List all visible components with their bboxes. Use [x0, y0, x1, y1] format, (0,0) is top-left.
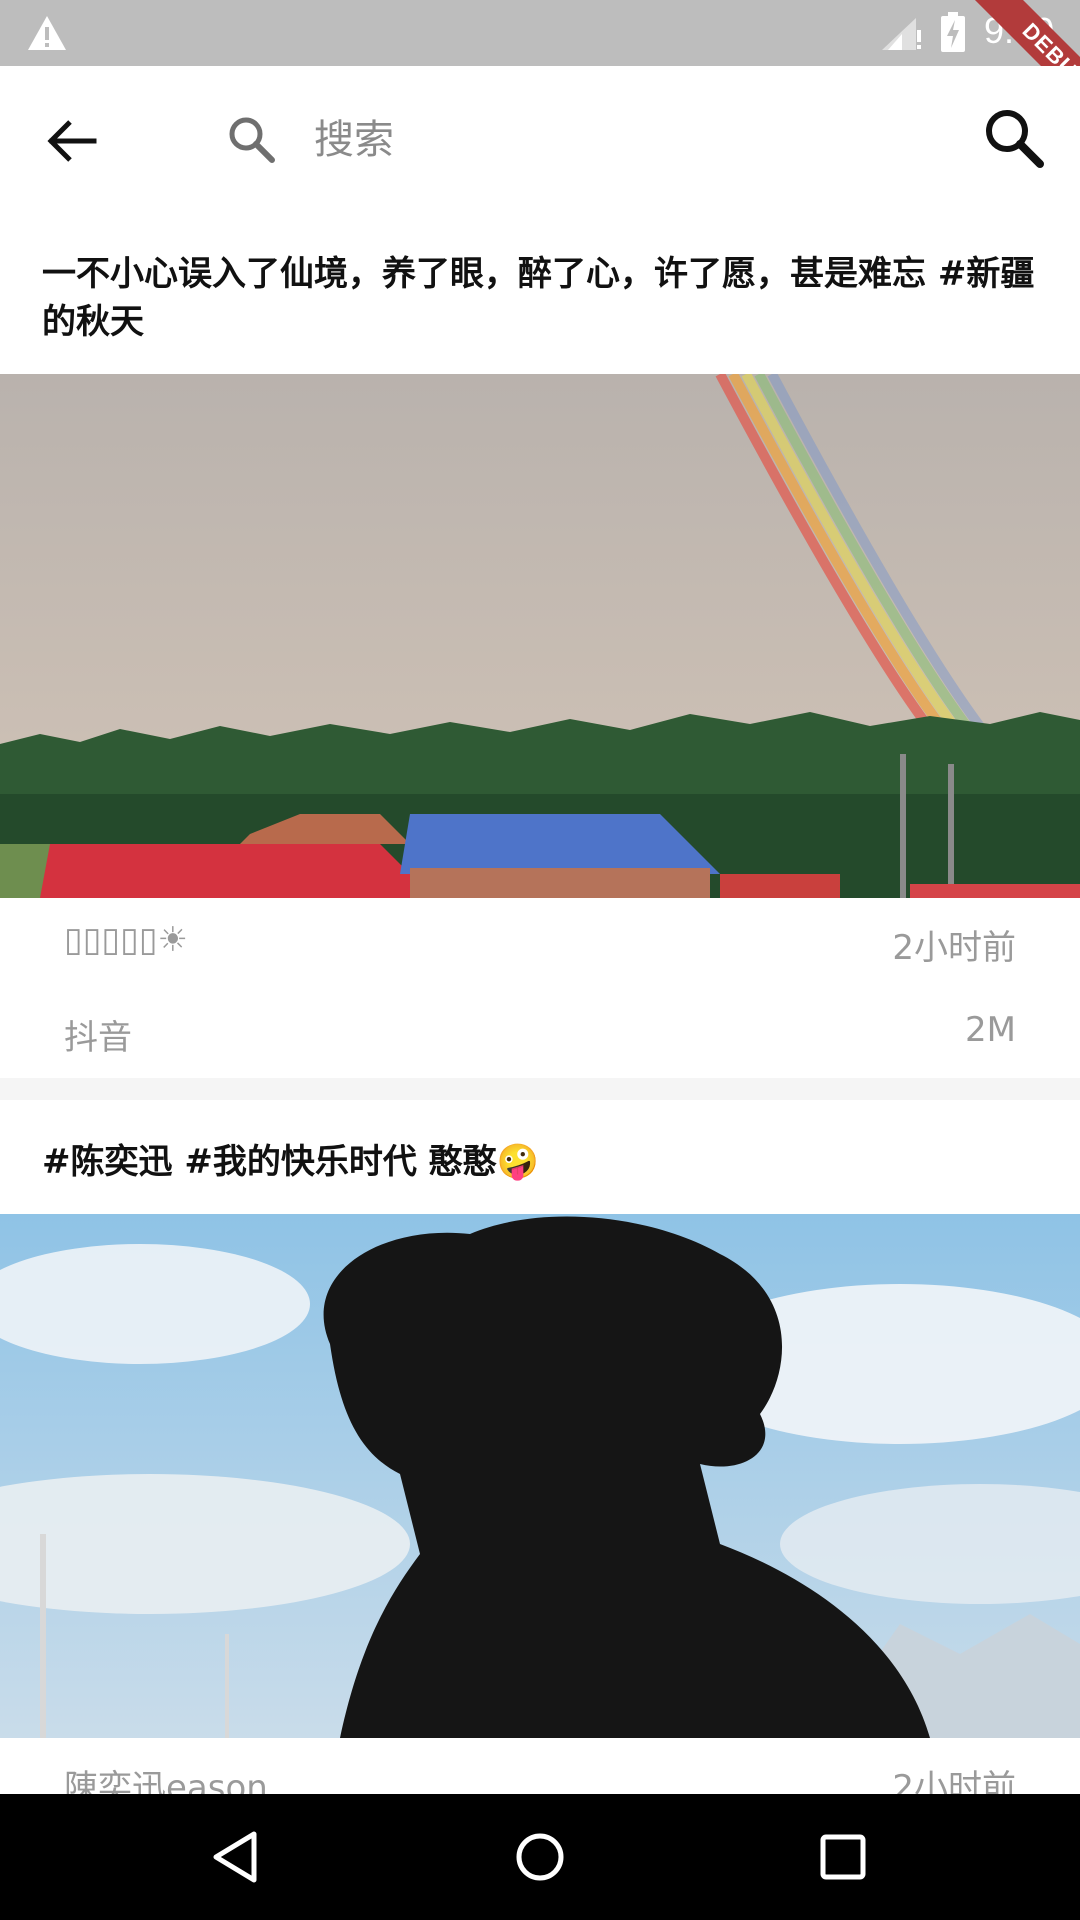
system-nav-bar: [0, 1794, 1080, 1920]
author-name: ▯▯▯▯▯☀: [64, 920, 189, 960]
card-divider: [0, 1078, 1080, 1100]
nav-back-button[interactable]: [200, 1820, 274, 1894]
post-time: 2小时前: [892, 1768, 1016, 1794]
file-size: 2M: [965, 1010, 1016, 1050]
search-icon: [229, 117, 275, 163]
status-bar: 9:40 DEBUG: [0, 0, 1080, 66]
card-title: 一不小心误入了仙境，养了眼，醉了心，许了愿，甚是难忘 #新疆的秋天: [42, 254, 1035, 342]
card-image-person[interactable]: [0, 1214, 1080, 1738]
nav-recents-icon: [820, 1834, 866, 1880]
search-icon: [986, 110, 1044, 168]
post-time: 2小时前: [892, 928, 1016, 968]
warning-icon: [28, 16, 66, 50]
battery-charging-icon: [941, 12, 965, 52]
signal-icon: [882, 18, 921, 50]
card-source-row: 抖音 2M: [0, 988, 1080, 1078]
arrow-back-icon: [47, 120, 97, 162]
nav-recents-button[interactable]: [806, 1820, 880, 1894]
app-bar: [0, 66, 1080, 212]
nav-home-button[interactable]: [503, 1820, 577, 1894]
nav-home-icon: [516, 1833, 564, 1881]
card-image-rainbow[interactable]: [0, 374, 1080, 898]
search-input[interactable]: [314, 102, 874, 178]
author-name: 陳奕迅eason: [64, 1768, 268, 1794]
source-label: 抖音: [64, 1018, 132, 1058]
card-meta-row: 陳奕迅eason 2小时前: [0, 1738, 1080, 1794]
feed-list[interactable]: 一不小心误入了仙境，养了眼，醉了心，许了愿，甚是难忘 #新疆的秋天 ▯▯▯▯▯☀…: [0, 212, 1080, 1794]
card-title: #陈奕迅 #我的快乐时代 憨憨🤪: [42, 1142, 539, 1182]
card-meta-row: ▯▯▯▯▯☀ 2小时前: [0, 898, 1080, 988]
search-button[interactable]: [978, 102, 1052, 176]
status-time: 9:40: [984, 10, 1055, 51]
feed-card[interactable]: 一不小心误入了仙境，养了眼，醉了心，许了愿，甚是难忘 #新疆的秋天 ▯▯▯▯▯☀…: [0, 212, 1080, 1078]
nav-back-icon: [213, 1831, 257, 1883]
search-field[interactable]: [214, 102, 894, 178]
back-button[interactable]: [36, 104, 110, 178]
feed-card[interactable]: #陈奕迅 #我的快乐时代 憨憨🤪 陳奕迅eason 2小时前: [0, 1100, 1080, 1794]
